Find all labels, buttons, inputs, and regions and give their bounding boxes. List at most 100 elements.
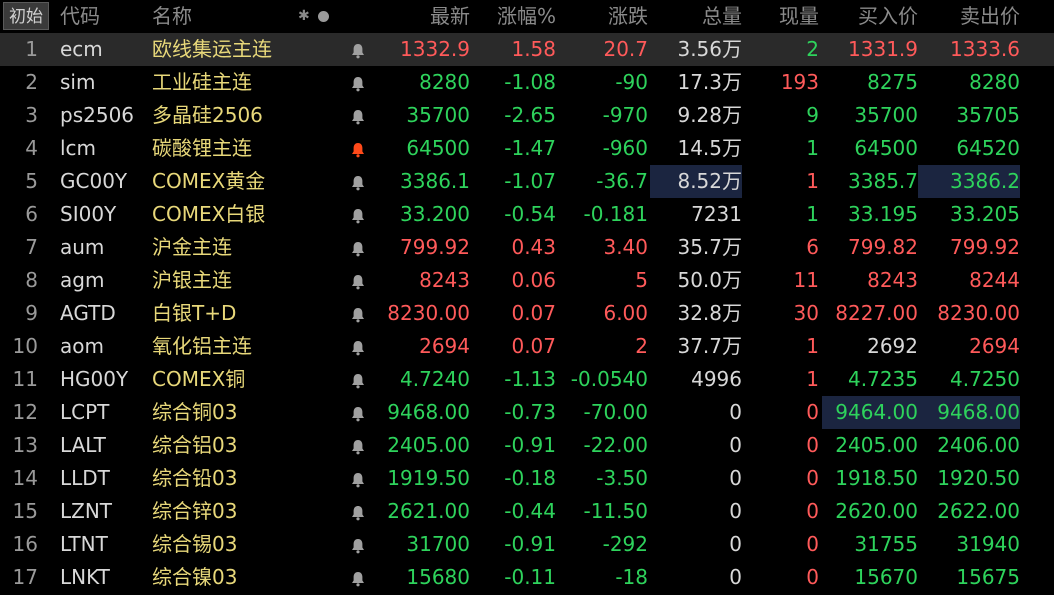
table-row[interactable]: 2 sim 工业硅主连 8280 -1.08 -90 17.3万 193 8275 8280 — [0, 66, 1054, 99]
init-button[interactable]: 初始 — [3, 2, 49, 30]
bell-icon[interactable] — [348, 462, 368, 495]
bell-icon[interactable] — [348, 528, 368, 561]
header-code[interactable]: 代码 — [60, 0, 140, 33]
table-row[interactable]: 4 lcm 碳酸锂主连 64500 -1.47 -960 14.5万 1 64500 64520 — [0, 132, 1054, 165]
row-pct: -0.44 — [504, 499, 556, 523]
table-row[interactable]: 11 HG00Y COMEX铜 4.7240 -1.13 -0.0540 4996 1 4.72… — [0, 363, 1054, 396]
header-cur[interactable]: 现量 — [750, 0, 819, 33]
row-chg: 5 — [635, 268, 648, 292]
table-row[interactable]: 8 agm 沪银主连 8243 0.06 5 50.0万 11 8243 8244 — [0, 264, 1054, 297]
bell-icon[interactable] — [348, 297, 368, 330]
row-last: 31700 — [406, 532, 470, 556]
table-row[interactable]: 14 LLDT 综合铅03 1919.50 -0.18 -3.50 0 0 1918.50 192… — [0, 462, 1054, 495]
row-last: 8280 — [419, 70, 470, 94]
row-chg: -970 — [602, 103, 648, 127]
bell-icon[interactable] — [348, 330, 368, 363]
table-row[interactable]: 5 GC00Y COMEX黄金 3386.1 -1.07 -36.7 8.52万 1 3385.… — [0, 165, 1054, 198]
header-last[interactable]: 最新 — [375, 0, 470, 33]
row-code: ecm — [60, 37, 103, 61]
bell-icon[interactable] — [348, 165, 368, 198]
snowflake-icon[interactable]: ✱ — [298, 0, 310, 33]
row-chg: 20.7 — [603, 37, 648, 61]
row-chg: -960 — [602, 136, 648, 160]
row-index: 1 — [25, 37, 38, 61]
row-name: 综合铜03 — [152, 400, 238, 424]
row-index: 8 — [25, 268, 38, 292]
bell-icon[interactable] — [348, 429, 368, 462]
row-vol: 32.8万 — [677, 301, 742, 325]
row-pct: -0.91 — [504, 433, 556, 457]
header-ask[interactable]: 卖出价 — [918, 0, 1020, 33]
row-cur: 0 — [806, 532, 819, 556]
row-cur: 1 — [806, 334, 819, 358]
row-chg: -292 — [602, 532, 648, 556]
table-row[interactable]: 9 AGTD 白银T+D 8230.00 0.07 6.00 32.8万 30 8227.00 8… — [0, 297, 1054, 330]
bell-icon[interactable] — [348, 495, 368, 528]
bell-icon[interactable] — [348, 33, 368, 66]
bell-icon[interactable] — [348, 363, 368, 396]
row-code: ps2506 — [60, 103, 135, 127]
row-ask: 1333.6 — [950, 37, 1020, 61]
row-pct: -2.65 — [504, 103, 556, 127]
row-bid: 64500 — [854, 136, 918, 160]
row-bid: 1331.9 — [848, 37, 918, 61]
bell-icon[interactable] — [348, 99, 368, 132]
header-bid[interactable]: 买入价 — [822, 0, 918, 33]
row-bid: 31755 — [854, 532, 918, 556]
row-name: 欧线集运主连 — [152, 37, 272, 61]
bell-icon[interactable] — [348, 198, 368, 231]
row-cur: 1 — [806, 169, 819, 193]
bell-icon[interactable] — [348, 561, 368, 594]
row-vol: 3.56万 — [677, 37, 742, 61]
bell-icon[interactable] — [348, 66, 368, 99]
table-row[interactable]: 15 LZNT 综合锌03 2621.00 -0.44 -11.50 0 0 2620.00 26… — [0, 495, 1054, 528]
header-vol[interactable]: 总量 — [650, 0, 742, 33]
header-name[interactable]: 名称 — [152, 0, 252, 33]
table-row[interactable]: 13 LALT 综合铝03 2405.00 -0.91 -22.00 0 0 2405.00 24… — [0, 429, 1054, 462]
row-name: 沪金主连 — [152, 235, 232, 259]
header-chg[interactable]: 涨跌 — [560, 0, 648, 33]
row-ask: 8244 — [969, 268, 1020, 292]
row-index: 13 — [12, 433, 38, 457]
row-chg: -11.50 — [583, 499, 648, 523]
bell-active-icon[interactable] — [348, 132, 368, 165]
row-bid: 4.7235 — [848, 367, 918, 391]
row-vol: 0 — [729, 400, 742, 424]
row-code: SI00Y — [60, 202, 117, 226]
row-name: COMEX白银 — [152, 202, 266, 226]
row-last: 9468.00 — [387, 400, 470, 424]
row-ask: 799.92 — [950, 235, 1020, 259]
dot-icon[interactable] — [318, 11, 329, 22]
table-row[interactable]: 10 aom 氧化铝主连 2694 0.07 2 37.7万 1 2692 2694 — [0, 330, 1054, 363]
bell-icon[interactable] — [348, 231, 368, 264]
header-pct[interactable]: 涨幅% — [478, 0, 556, 33]
table-row[interactable]: 1 ecm 欧线集运主连 1332.9 1.58 20.7 3.56万 2 1331.9 1333… — [0, 33, 1054, 66]
table-row[interactable]: 6 SI00Y COMEX白银 33.200 -0.54 -0.181 7231 1 33.19… — [0, 198, 1054, 231]
row-index: 12 — [12, 400, 38, 424]
table-row[interactable]: 16 LTNT 综合锡03 31700 -0.91 -292 0 0 31755 31940 — [0, 528, 1054, 561]
row-last: 4.7240 — [400, 367, 470, 391]
bell-icon[interactable] — [348, 396, 368, 429]
table-row[interactable]: 3 ps2506 多晶硅2506 35700 -2.65 -970 9.28万 9 35700 3… — [0, 99, 1054, 132]
row-index: 9 — [25, 301, 38, 325]
row-cur: 1 — [806, 367, 819, 391]
row-cur: 0 — [806, 565, 819, 589]
row-vol: 35.7万 — [677, 235, 742, 259]
row-bid: 1918.50 — [835, 466, 918, 490]
bell-icon[interactable] — [348, 264, 368, 297]
row-code: GC00Y — [60, 169, 128, 193]
table-row[interactable]: 17 LNKT 综合镍03 15680 -0.11 -18 0 0 15670 15675 — [0, 561, 1054, 594]
quote-table: 初始 代码 名称 ✱ 最新 涨幅% 涨跌 总量 现量 买入价 卖出价 1 ecm 欧… — [0, 0, 1054, 595]
row-code: lcm — [60, 136, 97, 160]
row-last: 8243 — [419, 268, 470, 292]
row-cur: 6 — [806, 235, 819, 259]
row-pct: -1.13 — [504, 367, 556, 391]
row-last: 2694 — [419, 334, 470, 358]
row-bid: 15670 — [854, 565, 918, 589]
row-index: 4 — [25, 136, 38, 160]
table-row[interactable]: 7 aum 沪金主连 799.92 0.43 3.40 35.7万 6 799.82 799.92 — [0, 231, 1054, 264]
row-ask: 1920.50 — [937, 466, 1020, 490]
table-row[interactable]: 12 LCPT 综合铜03 9468.00 -0.73 -70.00 0 0 9464.00 94… — [0, 396, 1054, 429]
row-cur: 0 — [806, 433, 819, 457]
row-pct: -0.91 — [504, 532, 556, 556]
